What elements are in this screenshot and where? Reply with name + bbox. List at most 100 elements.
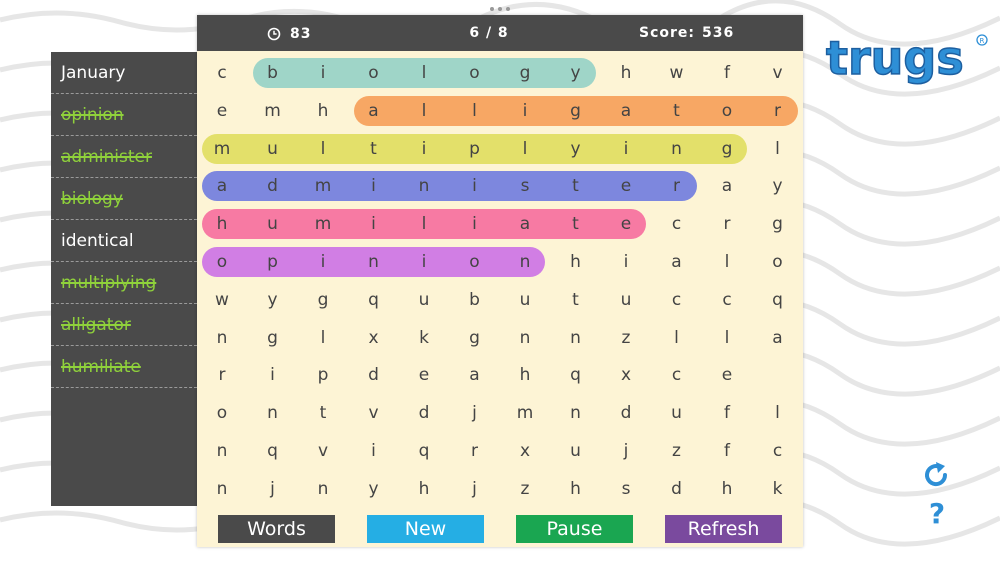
grid-letter[interactable]: g xyxy=(758,205,798,243)
grid-letter[interactable]: h xyxy=(707,470,747,508)
grid-letter[interactable]: o xyxy=(707,92,747,130)
grid-letter[interactable]: d xyxy=(404,394,444,432)
grid-letter[interactable]: i xyxy=(455,167,495,205)
grid-letter[interactable]: l xyxy=(505,130,545,168)
grid-letter[interactable]: g xyxy=(505,54,545,92)
grid-letter[interactable]: a xyxy=(758,319,798,357)
grid-letter[interactable]: n xyxy=(202,470,242,508)
grid-letter[interactable]: l xyxy=(758,130,798,168)
grid-letter[interactable]: x xyxy=(505,432,545,470)
grid-letter[interactable]: n xyxy=(404,167,444,205)
help-icon[interactable]: ? xyxy=(922,497,952,527)
grid-letter[interactable]: q xyxy=(404,432,444,470)
grid-letter[interactable]: y xyxy=(556,130,596,168)
grid-letter[interactable]: e xyxy=(202,92,242,130)
grid-letter[interactable]: l xyxy=(707,319,747,357)
grid-letter[interactable]: y xyxy=(253,281,293,319)
grid-letter[interactable]: t xyxy=(657,92,697,130)
grid-letter[interactable]: i xyxy=(505,92,545,130)
grid-letter[interactable]: h xyxy=(505,356,545,394)
grid-letter[interactable]: s xyxy=(505,167,545,205)
grid-letter[interactable]: u xyxy=(404,281,444,319)
grid-letter[interactable]: s xyxy=(606,470,646,508)
grid-letter[interactable]: t xyxy=(556,167,596,205)
grid-letter[interactable]: c xyxy=(657,356,697,394)
grid-letter[interactable]: d xyxy=(354,356,394,394)
grid-letter[interactable]: v xyxy=(758,54,798,92)
grid-letter[interactable]: w xyxy=(657,54,697,92)
grid-letter[interactable]: o xyxy=(202,394,242,432)
grid-letter[interactable]: n xyxy=(202,319,242,357)
pause-button[interactable]: Pause xyxy=(516,515,633,543)
grid-letter[interactable]: h xyxy=(606,54,646,92)
grid-letter[interactable]: j xyxy=(606,432,646,470)
grid-letter[interactable]: y xyxy=(758,167,798,205)
grid-letter[interactable]: c xyxy=(657,205,697,243)
grid-letter[interactable]: w xyxy=(202,281,242,319)
grid-letter[interactable]: u xyxy=(606,281,646,319)
grid-letter[interactable]: d xyxy=(606,394,646,432)
grid-letter[interactable]: m xyxy=(303,205,343,243)
grid-letter[interactable]: o xyxy=(202,243,242,281)
grid-letter[interactable]: i xyxy=(303,54,343,92)
drag-handle-icon[interactable] xyxy=(488,6,512,12)
grid-letter[interactable]: n xyxy=(303,470,343,508)
grid-letter[interactable]: m xyxy=(505,394,545,432)
grid-letter[interactable]: e xyxy=(404,356,444,394)
grid-letter[interactable]: i xyxy=(606,243,646,281)
grid-letter[interactable]: r xyxy=(202,356,242,394)
grid-letter[interactable]: h xyxy=(404,470,444,508)
grid-letter[interactable]: n xyxy=(505,243,545,281)
grid-letter[interactable]: e xyxy=(606,167,646,205)
grid-letter[interactable]: n xyxy=(505,319,545,357)
grid-letter[interactable]: h xyxy=(303,92,343,130)
grid-letter[interactable]: c xyxy=(758,432,798,470)
grid-letter[interactable]: u xyxy=(657,394,697,432)
grid-letter[interactable]: p xyxy=(455,130,495,168)
grid-letter[interactable]: p xyxy=(253,243,293,281)
grid-letter[interactable]: t xyxy=(556,281,596,319)
grid-letter[interactable]: q xyxy=(758,281,798,319)
grid-letter[interactable]: i xyxy=(455,205,495,243)
grid-letter[interactable]: z xyxy=(606,319,646,357)
grid-letter[interactable]: j xyxy=(253,470,293,508)
grid-letter[interactable]: r xyxy=(455,432,495,470)
grid-letter[interactable]: a xyxy=(455,356,495,394)
words-button[interactable]: Words xyxy=(218,515,335,543)
grid-letter[interactable]: e xyxy=(707,356,747,394)
grid-letter[interactable]: l xyxy=(303,130,343,168)
grid-letter[interactable]: n xyxy=(354,243,394,281)
grid-letter[interactable]: f xyxy=(707,432,747,470)
grid-letter[interactable]: o xyxy=(455,243,495,281)
grid-letter[interactable]: g xyxy=(707,130,747,168)
grid-letter[interactable]: k xyxy=(404,319,444,357)
grid-letter[interactable]: j xyxy=(455,470,495,508)
grid-letter[interactable]: l xyxy=(455,92,495,130)
grid-letter[interactable]: g xyxy=(303,281,343,319)
grid-letter[interactable]: a xyxy=(354,92,394,130)
grid-letter[interactable]: g xyxy=(253,319,293,357)
grid-letter[interactable]: o xyxy=(354,54,394,92)
grid-letter[interactable]: l xyxy=(758,394,798,432)
grid-letter[interactable]: v xyxy=(354,394,394,432)
refresh-button[interactable]: Refresh xyxy=(665,515,782,543)
grid-letter[interactable]: n xyxy=(253,394,293,432)
grid-letter[interactable]: l xyxy=(657,319,697,357)
grid-letter[interactable]: n xyxy=(556,319,596,357)
grid-letter[interactable]: i xyxy=(606,130,646,168)
grid-letter[interactable]: a xyxy=(707,167,747,205)
grid-letter[interactable]: a xyxy=(202,167,242,205)
grid-letter[interactable]: y xyxy=(556,54,596,92)
grid-letter[interactable]: i xyxy=(404,243,444,281)
grid-letter[interactable]: h xyxy=(556,243,596,281)
grid-letter[interactable]: o xyxy=(758,243,798,281)
grid-letter[interactable]: i xyxy=(354,205,394,243)
grid-letter[interactable]: l xyxy=(404,205,444,243)
grid-letter[interactable]: p xyxy=(303,356,343,394)
grid-letter[interactable]: n xyxy=(556,394,596,432)
grid-letter[interactable]: x xyxy=(354,319,394,357)
grid-letter[interactable]: y xyxy=(354,470,394,508)
grid-letter[interactable]: u xyxy=(253,205,293,243)
grid-letter[interactable]: i xyxy=(253,356,293,394)
grid-letter[interactable]: h xyxy=(556,470,596,508)
